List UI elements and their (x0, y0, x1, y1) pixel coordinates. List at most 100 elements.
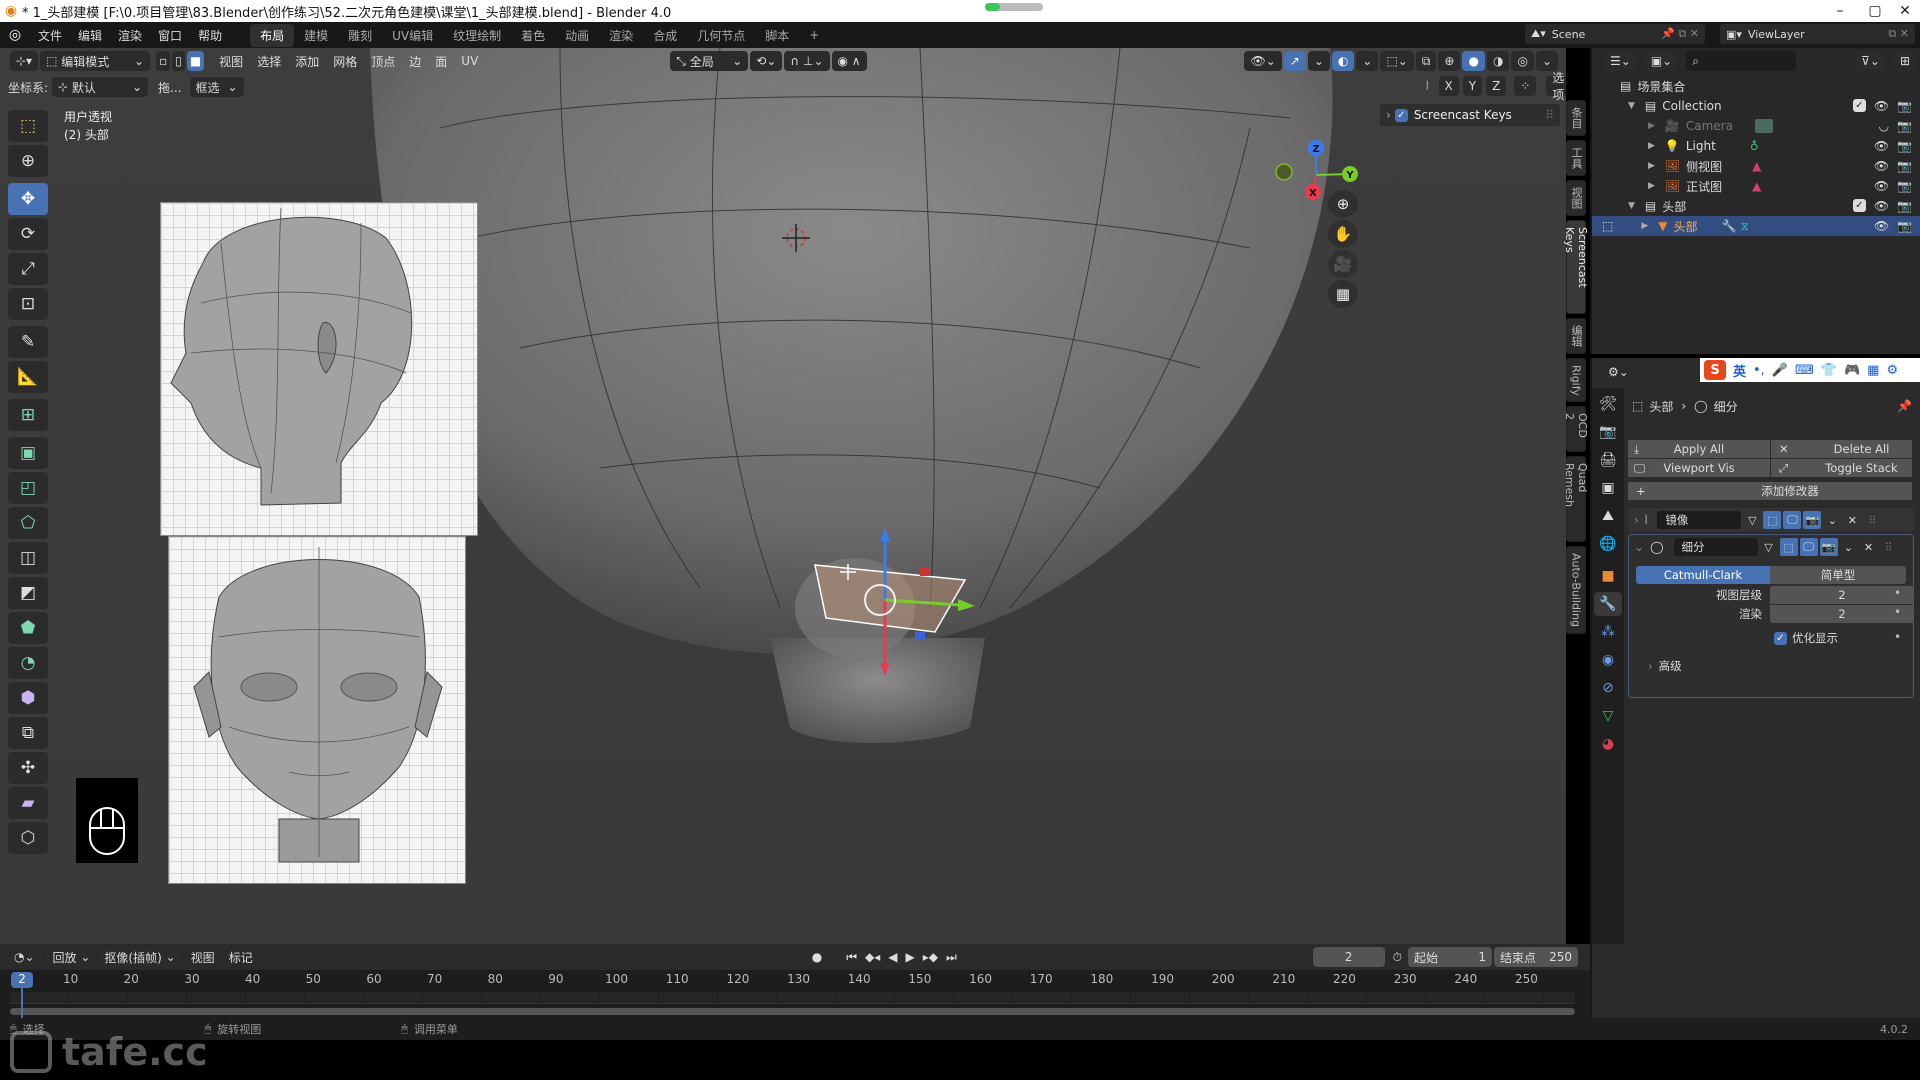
exclude-checkbox[interactable]: ✓ (1852, 99, 1866, 112)
edit-cage-icon[interactable]: ▽ (1743, 511, 1761, 529)
stopwatch-icon[interactable]: ⏱ (1393, 950, 1402, 965)
timeline-scrollbar[interactable] (10, 1008, 1575, 1015)
drag-handle-icon[interactable]: ⠿ (1880, 538, 1898, 556)
exclude-checkbox[interactable]: ✓ (1852, 199, 1866, 212)
drag-handle-icon[interactable]: ⠿ (1545, 108, 1560, 122)
tool-edge-slide[interactable]: ⧉ (8, 717, 48, 749)
timeline-view-menu[interactable]: 视图 (184, 949, 222, 966)
edit-mode-toggle[interactable]: ⬚ (1779, 538, 1798, 556)
workspace-tab-sculpting[interactable]: 雕刻 (338, 24, 382, 47)
expand-icon[interactable]: › (1634, 513, 1639, 527)
tool-shrink-fatten[interactable]: ✣ (8, 752, 48, 784)
face-select-button[interactable]: ■ (186, 51, 205, 71)
eye-icon[interactable]: 👁 (1874, 219, 1889, 233)
options-dropdown[interactable]: 选项⌄ (1546, 71, 1566, 102)
render-icon[interactable]: 📷 (1897, 99, 1912, 113)
apps-icon[interactable]: ▦ (1867, 363, 1879, 378)
edit-mode-toggle[interactable]: ⬚ (1763, 511, 1782, 529)
sidebar-tab-item[interactable]: 条目 (1566, 100, 1586, 136)
tab-scene[interactable]: ⛰ (1594, 504, 1622, 528)
edge-select-button[interactable]: ▯ (172, 51, 185, 71)
modifier-menu-dropdown[interactable]: ⌄ (1823, 511, 1841, 529)
optimal-display-row[interactable]: ✓ 优化显示 (1774, 630, 1838, 646)
screencast-keys-checkbox[interactable]: ✓ (1394, 108, 1408, 122)
workspace-tab-geometry-nodes[interactable]: 几何节点 (687, 24, 755, 47)
expand-icon[interactable]: ▶ (1648, 161, 1655, 171)
mirror-z-toggle[interactable]: Z (1486, 76, 1507, 96)
eye-icon[interactable]: 👁 (1874, 199, 1889, 213)
render-icon[interactable]: 📷 (1897, 199, 1912, 213)
eye-icon[interactable]: 👁 (1874, 139, 1889, 153)
ime-language[interactable]: 英 (1733, 361, 1746, 380)
pivot-point-button[interactable]: ⟲⌄ (750, 51, 783, 71)
workspace-tab-animation[interactable]: 动画 (555, 24, 599, 47)
tab-physics[interactable]: ◉ (1594, 648, 1622, 672)
outliner-search-input[interactable]: ⌕ (1686, 51, 1797, 71)
3d-viewport[interactable]: ⊹▾ ⬚ 编辑模式 ⌄ ▫ ▯ ■ 视图 选择 添加 网格 顶点 边 面 UV ⤡… (0, 48, 1566, 944)
remove-modifier-button[interactable]: ✕ (1860, 538, 1878, 556)
workspace-tab-modeling[interactable]: 建模 (294, 24, 338, 47)
gamepad-icon[interactable]: 🎮 (1844, 363, 1860, 378)
eye-icon[interactable]: 👁 (1874, 179, 1889, 193)
expand-icon[interactable]: ▶ (1648, 181, 1655, 191)
expand-icon[interactable]: ▶ (1641, 221, 1648, 231)
tool-knife[interactable]: ◩ (8, 577, 48, 609)
current-frame-field[interactable]: 2 (1312, 947, 1385, 967)
sidebar-tab-ocd[interactable]: OCD 2 (1563, 406, 1589, 452)
tool-rotate[interactable]: ⟳ (8, 218, 48, 250)
tab-material[interactable]: ◕ (1594, 732, 1622, 756)
tool-add-cube[interactable]: ⊞ (8, 399, 48, 431)
menu-render[interactable]: 渲染 (110, 27, 150, 44)
viewport-vis-button[interactable]: 🖵 Viewport Vis (1628, 459, 1770, 477)
workspace-tab-layout[interactable]: 布局 (250, 23, 295, 47)
mirror-y-toggle[interactable]: Y (1462, 76, 1483, 96)
workspace-tab-rendering[interactable]: 渲染 (599, 24, 643, 47)
pan-button[interactable]: ✋ (1328, 220, 1358, 248)
screencast-keys-panel[interactable]: › ✓ Screencast Keys ⠿ (1380, 104, 1560, 126)
keyframe-area[interactable] (10, 992, 1575, 1004)
outliner-row-selected[interactable]: ⬚ ▶ ▼ 头部 🔧 ⧖ 👁 📷 (1592, 216, 1920, 236)
tab-view-layer[interactable]: ▣ (1594, 476, 1622, 500)
collapse-icon[interactable]: ▼ (1628, 201, 1635, 211)
sidebar-tab-edit[interactable]: 编辑 (1566, 318, 1586, 354)
xray-toggle-button[interactable]: ⧉ (1415, 51, 1437, 71)
display-mode-dropdown[interactable]: ▣⌄ (1644, 51, 1679, 71)
menu-view[interactable]: 视图 (212, 53, 250, 70)
tool-cursor[interactable]: ⊕ (8, 145, 48, 177)
menu-window[interactable]: 窗口 (150, 27, 190, 44)
tool-move[interactable]: ✥ (8, 183, 48, 215)
keyframe-dot[interactable]: • (1894, 605, 1901, 619)
tool-select-box[interactable]: ⬚ (8, 110, 48, 142)
vertex-select-button[interactable]: ▫ (156, 51, 171, 71)
tool-measure[interactable]: 📐 (8, 361, 48, 393)
tool-scale[interactable]: ⤢ (8, 253, 48, 285)
modifier-menu-dropdown[interactable]: ⌄ (1840, 538, 1858, 556)
play-button[interactable]: ▶ (906, 950, 915, 964)
render-icon[interactable]: 📷 (1897, 219, 1912, 233)
outliner-editor-type[interactable]: ☰⌄ (1604, 51, 1637, 71)
menu-file[interactable]: 文件 (30, 27, 70, 44)
tool-transform[interactable]: ⊡ (8, 288, 48, 320)
render-icon[interactable]: 📷 (1897, 179, 1912, 193)
shading-material-button[interactable]: ◑ (1486, 51, 1510, 71)
ime-punctuation[interactable]: •, (1753, 363, 1765, 378)
outliner-row[interactable]: ▼ ▤ Collection ✓ 👁 📷 (1592, 96, 1920, 116)
workspace-tab-shading[interactable]: 着色 (511, 24, 555, 47)
viewport-toggle[interactable]: 🖵 (1783, 511, 1802, 529)
frame-end-field[interactable]: 结束点 250 (1494, 947, 1578, 967)
camera-view-button[interactable]: 🎥 (1328, 250, 1358, 278)
tab-output[interactable]: 🖨 (1594, 448, 1622, 472)
menu-select[interactable]: 选择 (250, 53, 288, 70)
drag-mode-selector[interactable]: 框选 ⌄ (189, 77, 244, 97)
toggle-stack-button[interactable]: ⤢ Toggle Stack (1771, 459, 1912, 477)
tool-loop-cut[interactable]: ◫ (8, 542, 48, 574)
delete-all-button[interactable]: ✕ Delete All (1771, 440, 1912, 458)
keyframe-dot[interactable]: • (1894, 630, 1901, 644)
prev-keyframe-button[interactable]: ◆◂ (865, 950, 880, 964)
apply-all-button[interactable]: ⤓ Apply All (1628, 440, 1770, 458)
tab-modifiers[interactable]: 🔧 (1594, 592, 1622, 616)
modifier-name-field[interactable]: 镜像 (1657, 511, 1742, 529)
menu-add[interactable]: 添加 (288, 53, 326, 70)
play-reverse-button[interactable]: ◀ (888, 950, 897, 964)
workspace-tab-scripting[interactable]: 脚本 (755, 24, 799, 47)
